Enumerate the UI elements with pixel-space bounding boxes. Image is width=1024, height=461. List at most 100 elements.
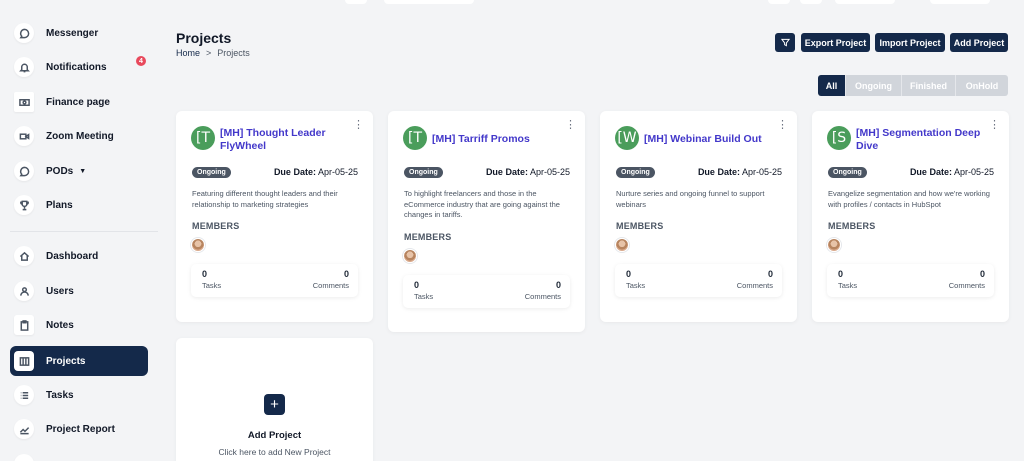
user-icon	[14, 281, 34, 301]
project-avatar: [T	[403, 126, 427, 150]
sidebar-item-label: Notifications	[46, 61, 107, 73]
project-description: Evangelize segmentation and how we're wo…	[828, 189, 990, 209]
project-title[interactable]: [MH] Thought Leader FlyWheel	[220, 127, 350, 153]
status-badge: Ongoing	[192, 167, 231, 178]
member-avatar[interactable]	[615, 238, 629, 252]
chat-icon	[14, 23, 34, 43]
project-stats: 0 Tasks 0 Comments	[191, 264, 358, 297]
sidebar-item-plans[interactable]: Plans	[10, 190, 148, 220]
project-avatar: [S	[827, 126, 851, 150]
sidebar-item-partial[interactable]	[10, 449, 148, 461]
sidebar-item-users[interactable]: Users	[10, 276, 148, 306]
project-title[interactable]: [MH] Segmentation Deep Dive	[856, 127, 986, 153]
sidebar-item-messenger[interactable]: Messenger	[10, 18, 148, 48]
sidebar-item-label: Messenger	[46, 27, 99, 39]
top-control-stub	[800, 0, 822, 4]
members-label: MEMBERS	[404, 232, 452, 242]
sidebar-item-label: Zoom Meeting	[46, 130, 114, 142]
sidebar-item-label: Plans	[46, 199, 73, 211]
sidebar-item-project-report[interactable]: Project Report	[10, 414, 148, 444]
sidebar-item-projects[interactable]: Projects	[10, 346, 148, 376]
project-card[interactable]: [W [MH] Webinar Build Out ⋮ Ongoing Due …	[600, 111, 797, 322]
tab-onhold[interactable]: OnHold	[956, 75, 1008, 96]
comments-label: Comments	[948, 281, 985, 290]
comments-label: Comments	[524, 292, 561, 301]
comments-count: 0	[555, 280, 561, 290]
filter-icon	[780, 38, 790, 47]
money-icon	[14, 92, 34, 112]
due-date-value: Apr-05-25	[317, 167, 358, 177]
notification-count-badge: 4	[136, 56, 146, 66]
member-avatar[interactable]	[827, 238, 841, 252]
clipboard-icon	[14, 315, 34, 335]
comments-count: 0	[767, 269, 773, 279]
sidebar-item-label: Users	[46, 285, 74, 297]
due-date: Due Date: Apr-05-25	[486, 167, 570, 177]
comments-count: 0	[979, 269, 985, 279]
bell-icon	[14, 57, 34, 77]
more-options-icon[interactable]: ⋮	[353, 120, 364, 131]
more-options-icon[interactable]: ⋮	[989, 120, 1000, 131]
project-description: Featuring different thought leaders and …	[192, 189, 338, 209]
tab-all[interactable]: All	[818, 75, 846, 96]
caret-down-icon: ▼	[79, 167, 87, 175]
more-options-icon[interactable]: ⋮	[777, 120, 788, 131]
status-badge: Ongoing	[828, 167, 867, 178]
sidebar-divider	[10, 231, 158, 232]
sidebar: Messenger Notifications 4 Finance page Z…	[0, 0, 160, 461]
breadcrumb-home-link[interactable]: Home	[176, 48, 200, 58]
comments-label: Comments	[736, 281, 773, 290]
tasks-count: 0	[626, 269, 632, 279]
plus-icon[interactable]: +	[264, 394, 285, 415]
sidebar-item-tasks[interactable]: Tasks	[10, 380, 148, 410]
export-project-button[interactable]: Export Project	[801, 33, 870, 52]
status-filter-tabs: All Ongoing Finished OnHold	[818, 75, 1008, 96]
members-label: MEMBERS	[828, 221, 876, 231]
sidebar-item-notifications[interactable]: Notifications 4	[10, 52, 148, 82]
sidebar-item-label: Finance page	[46, 96, 110, 108]
tasks-label: Tasks	[202, 281, 222, 290]
top-control-stub	[384, 0, 474, 4]
sidebar-item-zoom-meeting[interactable]: Zoom Meeting	[10, 121, 148, 151]
sidebar-item-pods[interactable]: PODs ▼	[10, 156, 148, 186]
project-card[interactable]: [T [MH] Thought Leader FlyWheel ⋮ Ongoin…	[176, 111, 373, 322]
page-title: Projects	[176, 30, 232, 46]
project-stats: 0 Tasks 0 Comments	[403, 275, 570, 308]
tab-ongoing[interactable]: Ongoing	[846, 75, 902, 96]
sidebar-item-notes[interactable]: Notes	[10, 310, 148, 340]
project-stats: 0 Tasks 0 Comments	[827, 264, 994, 297]
sidebar-item-dashboard[interactable]: Dashboard	[10, 241, 148, 271]
project-avatar: [T	[191, 126, 215, 150]
add-project-button[interactable]: Add Project	[950, 33, 1008, 52]
top-control-stub	[835, 0, 895, 4]
more-options-icon[interactable]: ⋮	[565, 120, 576, 131]
sidebar-item-finance[interactable]: Finance page	[10, 87, 148, 117]
member-avatar[interactable]	[191, 238, 205, 252]
chart-icon	[14, 419, 34, 439]
trophy-icon	[14, 195, 34, 215]
tab-finished[interactable]: Finished	[902, 75, 956, 96]
top-control-stub	[930, 0, 990, 4]
list-icon	[14, 385, 34, 405]
due-date: Due Date: Apr-05-25	[698, 167, 782, 177]
project-title[interactable]: [MH] Webinar Build Out	[644, 133, 774, 146]
chat-icon	[14, 161, 34, 181]
filter-button[interactable]	[775, 33, 795, 52]
project-card[interactable]: [T [MH] Tarriff Promos ⋮ Ongoing Due Dat…	[388, 111, 585, 332]
import-project-button[interactable]: Import Project	[875, 33, 945, 52]
sidebar-item-label: PODs	[46, 165, 74, 177]
member-avatar[interactable]	[403, 249, 417, 263]
tasks-label: Tasks	[414, 292, 434, 301]
members-label: MEMBERS	[616, 221, 664, 231]
breadcrumb: Home > Projects	[176, 48, 250, 58]
status-badge: Ongoing	[404, 167, 443, 178]
breadcrumb-current: Projects	[217, 48, 250, 58]
comments-count: 0	[343, 269, 349, 279]
tasks-label: Tasks	[626, 281, 646, 290]
project-title[interactable]: [MH] Tarriff Promos	[432, 133, 562, 146]
add-project-card[interactable]: + Add Project Click here to add New Proj…	[176, 338, 373, 461]
project-card[interactable]: [S [MH] Segmentation Deep Dive ⋮ Ongoing…	[812, 111, 1009, 322]
partial-icon	[14, 454, 34, 461]
due-date-value: Apr-05-25	[529, 167, 570, 177]
video-icon	[14, 126, 34, 146]
